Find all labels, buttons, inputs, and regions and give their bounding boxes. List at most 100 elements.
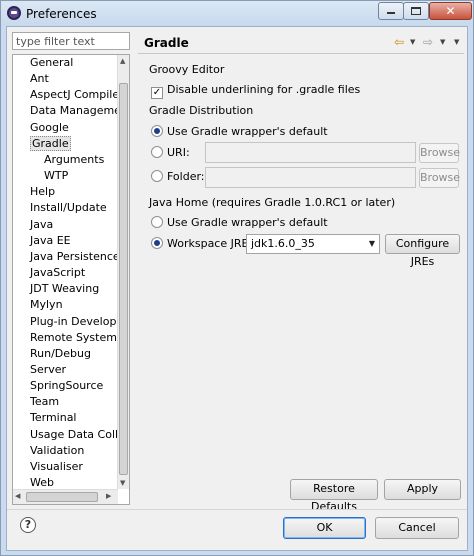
tree-item-label: Remote Systems: [30, 330, 118, 344]
jre-select[interactable]: jdk1.6.0_35 ▼: [246, 234, 380, 254]
tree-item-label: Visualiser: [30, 459, 83, 473]
tree-item[interactable]: Mylyn: [13, 297, 118, 313]
page-header: Gradle ⇦ ▼ ⇨ ▼ ▼: [138, 32, 464, 54]
tree-item[interactable]: Web: [13, 475, 118, 489]
tree-item[interactable]: JavaScript: [13, 265, 118, 281]
scroll-thumb[interactable]: [119, 83, 128, 475]
tree-list: General Ant AspectJ Compiler Data Managemen…: [13, 55, 118, 489]
tree-horizontal-scrollbar[interactable]: ◀ ▶: [13, 489, 118, 504]
workspace-jre-row[interactable]: Workspace JRE:: [151, 237, 252, 250]
dialog-body: General Ant AspectJ Compiler Data Managemen…: [6, 26, 468, 551]
java-home-wrapper-label: Use Gradle wrapper's default: [167, 216, 328, 229]
footer-divider: [7, 509, 467, 510]
tree-item-label: Usage Data Collector: [30, 427, 118, 441]
tree-item[interactable]: Arguments: [13, 152, 118, 168]
scroll-left-arrow-icon[interactable]: ◀: [15, 492, 20, 500]
tree-item-label: Java Persistence: [30, 249, 118, 263]
tree-item[interactable]: Java EE: [13, 233, 118, 249]
distribution-uri-row[interactable]: URI:: [151, 146, 190, 159]
tree-item[interactable]: Ant: [13, 71, 118, 87]
uri-field[interactable]: [205, 142, 416, 163]
back-dropdown-icon[interactable]: ▼: [410, 38, 415, 46]
disable-underlining-checkbox[interactable]: ✓: [151, 87, 163, 99]
java-home-wrapper-row[interactable]: Use Gradle wrapper's default: [151, 216, 328, 229]
tree-item-label: Validation: [30, 443, 85, 457]
tree-item[interactable]: Help: [13, 184, 118, 200]
java-home-wrapper-radio[interactable]: [151, 216, 163, 228]
tree-item[interactable]: Run/Debug: [13, 346, 118, 362]
distribution-wrapper-row[interactable]: Use Gradle wrapper's default: [151, 125, 328, 138]
tree-item[interactable]: General: [13, 55, 118, 71]
java-home-heading: Java Home (requires Gradle 1.0.RC1 or la…: [149, 196, 396, 209]
scroll-thumb-horizontal[interactable]: [26, 492, 98, 502]
groovy-editor-heading: Groovy Editor: [149, 63, 225, 76]
folder-field[interactable]: [205, 167, 416, 188]
tree-item-label: Arguments: [44, 152, 105, 166]
workspace-jre-label: Workspace JRE:: [167, 237, 253, 250]
close-button[interactable]: ✕: [429, 2, 472, 20]
tree-item[interactable]: Server: [13, 362, 118, 378]
tree-item[interactable]: Install/Update: [13, 200, 118, 216]
tree-item-label: AspectJ Compiler: [30, 88, 118, 102]
tree-item-label: Run/Debug: [30, 346, 91, 360]
distribution-folder-row[interactable]: Folder:: [151, 170, 205, 183]
ok-button[interactable]: OK: [283, 517, 366, 539]
tree-item[interactable]: AspectJ Compiler: [13, 87, 118, 103]
tree-item-label: Java: [30, 217, 54, 231]
tree-item-label: Mylyn: [30, 298, 63, 312]
scroll-right-arrow-icon[interactable]: ▶: [106, 492, 111, 500]
tree-item-label: SpringSource: [30, 379, 104, 393]
tree-item-label: Install/Update: [30, 201, 107, 215]
tree-item[interactable]: Java: [13, 217, 118, 233]
tree-item[interactable]: SpringSource: [13, 378, 118, 394]
tree-item[interactable]: Team: [13, 394, 118, 410]
panel-sash[interactable]: [132, 32, 136, 505]
maximize-button[interactable]: [403, 2, 429, 20]
tree-item-label: Web: [30, 476, 54, 489]
folder-browse-button[interactable]: Browse: [419, 168, 460, 188]
tree-item[interactable]: Data Management: [13, 103, 118, 119]
tree-item-label: WTP: [44, 169, 69, 183]
close-icon: ✕: [445, 4, 456, 18]
distribution-wrapper-radio[interactable]: [151, 125, 163, 137]
scroll-up-arrow-icon[interactable]: ▲: [120, 57, 125, 65]
tree-item[interactable]: WTP: [13, 168, 118, 184]
tree-item[interactable]: Terminal: [13, 410, 118, 426]
tree-item[interactable]: Remote Systems: [13, 330, 118, 346]
tree-item[interactable]: Google: [13, 120, 118, 136]
tree-item-label: Data Management: [30, 104, 118, 118]
back-arrow-icon[interactable]: ⇦: [394, 35, 404, 49]
configure-jres-button[interactable]: Configure JREs: [385, 234, 460, 268]
window-title: Preferences: [26, 7, 97, 21]
apply-button[interactable]: Apply: [384, 479, 461, 500]
jre-select-value: jdk1.6.0_35: [251, 237, 315, 250]
tree-item[interactable]: Java Persistence: [13, 249, 118, 265]
disable-underlining-row[interactable]: ✓ Disable underlining for .gradle files: [151, 83, 360, 99]
tree-item[interactable]: Gradle: [13, 135, 118, 152]
tree-item-label: Plug-in Development: [30, 314, 118, 328]
view-menu-icon[interactable]: ▼: [454, 38, 459, 46]
tree-item-label: Server: [30, 362, 67, 376]
filter-input[interactable]: [12, 32, 130, 50]
tree-item[interactable]: JDT Weaving: [13, 281, 118, 297]
forward-arrow-icon[interactable]: ⇨: [423, 35, 433, 49]
restore-defaults-button[interactable]: Restore Defaults: [290, 479, 378, 513]
tree-item-label: JavaScript: [30, 266, 86, 280]
forward-dropdown-icon[interactable]: ▼: [440, 38, 445, 46]
distribution-uri-label: URI:: [167, 146, 190, 159]
tree-item[interactable]: Usage Data Collector: [13, 427, 118, 443]
tree-vertical-scrollbar[interactable]: ▲ ▼: [117, 55, 129, 489]
chevron-down-icon: ▼: [368, 239, 375, 248]
minimize-button[interactable]: [378, 2, 404, 20]
uri-browse-button[interactable]: Browse: [419, 143, 460, 163]
distribution-folder-radio[interactable]: [151, 170, 163, 182]
workspace-jre-radio[interactable]: [151, 237, 163, 249]
tree-item[interactable]: Visualiser: [13, 459, 118, 475]
gradle-distribution-heading: Gradle Distribution: [149, 104, 254, 117]
tree-item[interactable]: Validation: [13, 443, 118, 459]
tree-item[interactable]: Plug-in Development: [13, 314, 118, 330]
scroll-down-arrow-icon[interactable]: ▼: [120, 479, 125, 487]
cancel-button[interactable]: Cancel: [375, 517, 459, 539]
help-icon[interactable]: ?: [20, 517, 36, 533]
distribution-uri-radio[interactable]: [151, 146, 163, 158]
